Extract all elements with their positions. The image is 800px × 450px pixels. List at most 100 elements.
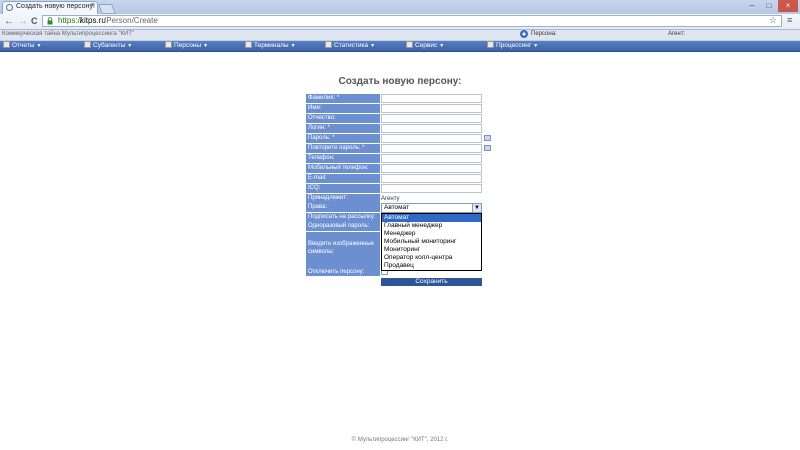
form-row-patronymic: Отчество:: [306, 114, 483, 123]
form-row-password: Пароль: *: [306, 134, 491, 143]
url-path: /Person/Create: [104, 16, 158, 25]
service-icon: [406, 41, 413, 48]
rights-option[interactable]: Мониторинг: [382, 246, 481, 254]
field-label: Права:: [306, 203, 380, 212]
forward-icon[interactable]: →: [18, 14, 28, 29]
first-name-input[interactable]: [381, 104, 482, 113]
form-row-first-name: Имя:: [306, 104, 483, 113]
reports-icon: [3, 41, 10, 48]
tab-title: Создать новую персону!: [16, 3, 95, 10]
rights-option[interactable]: Менеджер: [382, 230, 481, 238]
url-host: kitps.ru: [80, 16, 106, 25]
form-row-mobile: Мобильный телефон:: [306, 164, 483, 173]
terminals-icon: [245, 41, 252, 48]
form-row-login: Логин: *: [306, 124, 483, 133]
browser-tabstrip: Создать новую персону! × – □ ×: [0, 0, 800, 14]
reload-icon[interactable]: C: [31, 14, 38, 29]
address-bar[interactable]: https:// kitps.ru /Person/Create ☆: [42, 15, 782, 27]
new-tab-button[interactable]: [98, 4, 116, 14]
wrench-icon[interactable]: ≡: [787, 15, 792, 25]
page-favicon-icon: [6, 4, 13, 11]
rights-select[interactable]: Автомат ▼: [381, 203, 482, 213]
persona-icon: [520, 30, 528, 38]
minimize-icon[interactable]: –: [744, 0, 760, 12]
password-repeat-input[interactable]: [381, 144, 482, 153]
page-title: Создать новую персону:: [338, 76, 462, 87]
subagents-icon: [84, 41, 91, 48]
rights-option[interactable]: Главный менеджер: [382, 222, 481, 230]
rights-option[interactable]: Автомат: [382, 214, 481, 222]
menu-item-service[interactable]: Сервис ▼: [406, 41, 444, 51]
owner-value: Агенту: [381, 196, 400, 202]
menu-item-terminals[interactable]: Терминалы ▼: [245, 41, 296, 51]
lock-icon: [47, 17, 53, 25]
field-label: Фамилия: *: [306, 94, 380, 103]
icq-input[interactable]: [381, 184, 482, 193]
browser-toolbar: ← → C https:// kitps.ru /Person/Create ☆…: [0, 14, 800, 30]
chevron-down-icon: ▼: [439, 43, 445, 49]
password-generator-icon[interactable]: [484, 135, 491, 141]
chevron-down-icon: ▼: [290, 43, 296, 49]
site-slogan: Коммерческая тайна Мультипроцессинга "КИ…: [2, 31, 135, 37]
patronymic-input[interactable]: [381, 114, 482, 123]
maximize-icon[interactable]: □: [761, 0, 777, 12]
mobile-phone-input[interactable]: [381, 164, 482, 173]
processing-icon: [487, 41, 494, 48]
browser-tab[interactable]: Создать новую персону! ×: [2, 1, 98, 14]
persons-icon: [165, 41, 172, 48]
chevron-down-icon: ▼: [533, 43, 539, 49]
persona-label: Персона:: [531, 31, 557, 37]
form-row-phone: Телефон:: [306, 154, 483, 163]
statistics-icon: [325, 41, 332, 48]
field-label: Логин: *: [306, 124, 380, 133]
form-row-email: E-mail:: [306, 174, 483, 183]
last-name-input[interactable]: [381, 94, 482, 103]
menu-item-processing[interactable]: Процессинг ▼: [487, 41, 538, 51]
password-input[interactable]: [381, 134, 482, 143]
field-label: Принадлежит:: [306, 194, 380, 203]
field-label: Мобильный телефон:: [306, 164, 380, 173]
menu-item-subagents[interactable]: Субагенты ▼: [84, 41, 132, 51]
tab-close-icon[interactable]: ×: [90, 2, 94, 9]
field-label: Одноразовый пароль:: [306, 222, 380, 231]
chevron-down-icon: ▼: [36, 43, 42, 49]
rights-selected-value: Автомат: [384, 204, 410, 211]
field-label: Телефон:: [306, 154, 380, 163]
disable-person-label: Отключить персону:: [306, 268, 380, 276]
chevron-down-icon[interactable]: ▼: [472, 204, 481, 212]
login-input[interactable]: [381, 124, 482, 133]
footer-copyright: © Мультипроцессинг "КИТ", 2012 г.: [351, 437, 449, 443]
menu-item-persons[interactable]: Персоны ▼: [165, 41, 208, 51]
phone-input[interactable]: [381, 154, 482, 163]
field-label: Повторите пароль: *: [306, 144, 380, 153]
field-label: ICQ:: [306, 184, 380, 193]
close-window-icon[interactable]: ×: [778, 0, 798, 12]
save-button[interactable]: Сохранить: [381, 278, 482, 286]
field-label: Отчество:: [306, 114, 380, 123]
field-label: Подписать на рассылку:: [306, 213, 380, 222]
form-row-password-repeat: Повторите пароль: *: [306, 144, 491, 153]
email-input[interactable]: [381, 174, 482, 183]
rights-dropdown-list: Автомат Главный менеджер Менеджер Мобиль…: [381, 213, 482, 271]
field-label: E-mail:: [306, 174, 380, 183]
main-menu: Отчеты ▼ Субагенты ▼ Персоны ▼ Терминалы ▼ С…: [0, 41, 800, 52]
url-scheme: https://: [58, 16, 83, 25]
captcha-label: Введите изображенные символы:: [306, 232, 380, 268]
chevron-down-icon: ▼: [127, 43, 133, 49]
menu-item-statistics[interactable]: Статистика ▼: [325, 41, 375, 51]
field-label: Имя:: [306, 104, 380, 113]
form-row-last-name: Фамилия: *: [306, 94, 483, 103]
rights-option[interactable]: Продавец: [382, 262, 481, 270]
rights-option[interactable]: Мобильный мониторинг: [382, 238, 481, 246]
menu-item-reports[interactable]: Отчеты ▼: [3, 41, 41, 51]
site-header: Коммерческая тайна Мультипроцессинга "КИ…: [0, 30, 800, 41]
password-generator-icon[interactable]: [484, 145, 491, 151]
chevron-down-icon: ▼: [203, 43, 209, 49]
form-row-icq: ICQ:: [306, 184, 483, 193]
chevron-down-icon: ▼: [370, 43, 376, 49]
back-icon[interactable]: ←: [4, 14, 14, 29]
rights-option[interactable]: Оператор колл-центра: [382, 254, 481, 262]
bookmark-star-icon[interactable]: ☆: [769, 15, 777, 26]
field-label: Пароль: *: [306, 134, 380, 143]
agent-label: Агент:: [668, 31, 686, 37]
